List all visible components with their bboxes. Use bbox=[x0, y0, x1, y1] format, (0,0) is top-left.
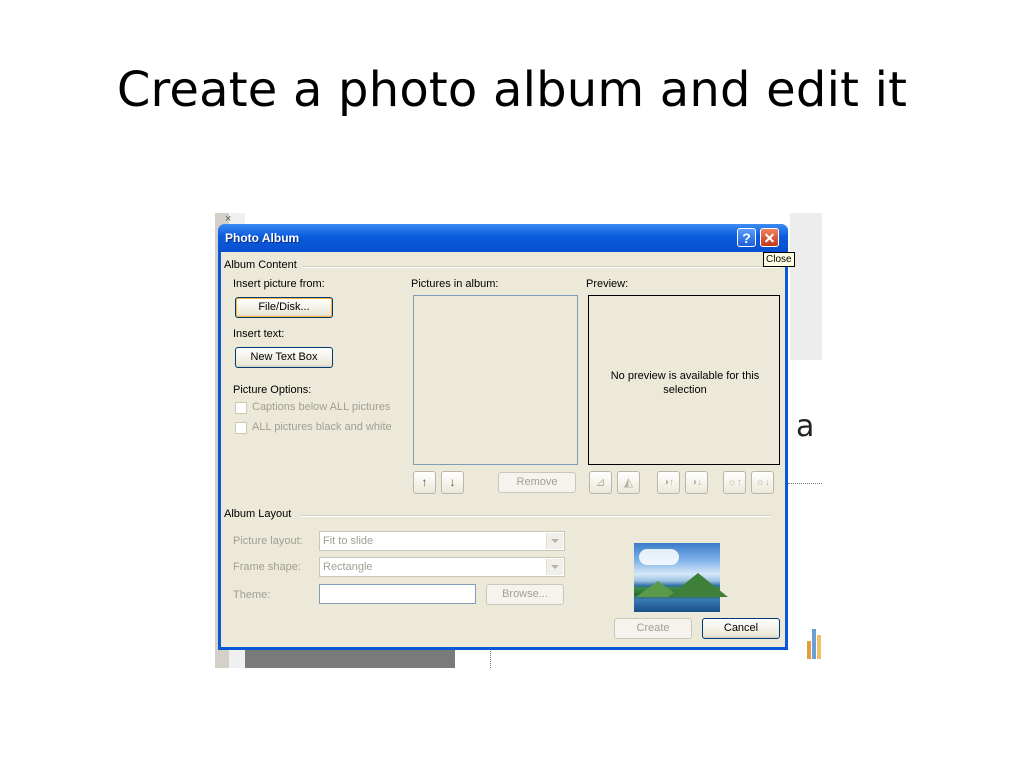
dialog-title: Photo Album bbox=[225, 231, 300, 245]
browse-button[interactable]: Browse... bbox=[486, 584, 564, 605]
dialog-titlebar[interactable]: Photo Album ? bbox=[218, 224, 788, 252]
captions-checkbox-label: Captions below ALL pictures bbox=[252, 401, 391, 413]
album-layout-group-label: Album Layout bbox=[224, 508, 292, 520]
black-white-checkbox-label: ALL pictures black and white bbox=[252, 421, 392, 433]
theme-input[interactable] bbox=[319, 584, 476, 604]
cancel-button[interactable]: Cancel bbox=[702, 618, 780, 639]
picture-options-label: Picture Options: bbox=[233, 384, 312, 396]
layout-preview-image bbox=[634, 543, 728, 612]
move-down-button[interactable]: ↓ bbox=[441, 471, 464, 494]
background-dotted-line bbox=[788, 483, 822, 484]
close-icon[interactable] bbox=[760, 228, 779, 247]
contrast-up-icon[interactable]: ◑↑ bbox=[657, 471, 680, 494]
close-tooltip: Close bbox=[763, 252, 795, 267]
captions-checkbox[interactable] bbox=[235, 402, 247, 414]
help-button[interactable]: ? bbox=[737, 228, 756, 247]
insert-text-label: Insert text: bbox=[233, 328, 285, 340]
rotate-left-icon[interactable]: ⊿ bbox=[589, 471, 612, 494]
slide-title: Create a photo album and edit it bbox=[116, 62, 908, 118]
insert-picture-label: Insert picture from: bbox=[233, 278, 325, 290]
cloud-shape bbox=[639, 549, 679, 565]
screenshot-frame: × a Photo Album ? Album Content Insert p… bbox=[215, 213, 822, 668]
album-content-divider bbox=[303, 266, 781, 268]
mountain-shape bbox=[668, 573, 728, 597]
album-layout-divider bbox=[301, 515, 771, 517]
brightness-down-icon[interactable]: ☼↓ bbox=[751, 471, 774, 494]
black-white-checkbox[interactable] bbox=[235, 422, 247, 434]
preview-pane: No preview is available for this selecti… bbox=[588, 295, 780, 465]
chevron-down-icon[interactable] bbox=[546, 559, 563, 575]
background-slide-text: a bbox=[796, 409, 815, 444]
frame-shape-label: Frame shape: bbox=[233, 561, 301, 573]
album-content-group-label: Album Content bbox=[224, 259, 297, 271]
theme-label: Theme: bbox=[233, 589, 271, 601]
file-disk-button[interactable]: File/Disk... bbox=[235, 297, 333, 318]
preview-message: No preview is available for this selecti… bbox=[610, 370, 760, 396]
contrast-down-icon[interactable]: ◑↓ bbox=[685, 471, 708, 494]
brightness-up-icon[interactable]: ☼↑ bbox=[723, 471, 746, 494]
pictures-listbox[interactable] bbox=[413, 295, 578, 465]
remove-button[interactable]: Remove bbox=[498, 472, 576, 493]
chevron-down-icon[interactable] bbox=[546, 533, 563, 549]
picture-layout-select[interactable]: Fit to slide bbox=[319, 531, 565, 551]
frame-shape-value: Rectangle bbox=[323, 561, 373, 573]
create-button[interactable]: Create bbox=[614, 618, 692, 639]
new-text-box-button[interactable]: New Text Box bbox=[235, 347, 333, 368]
picture-layout-label: Picture layout: bbox=[233, 535, 303, 547]
preview-label: Preview: bbox=[586, 278, 629, 290]
chart-icon bbox=[807, 623, 822, 659]
pictures-in-album-label: Pictures in album: bbox=[411, 278, 499, 290]
move-up-button[interactable]: ↑ bbox=[413, 471, 436, 494]
frame-shape-select[interactable]: Rectangle bbox=[319, 557, 565, 577]
dialog-body: Album Content Insert picture from: File/… bbox=[221, 252, 785, 647]
picture-layout-value: Fit to slide bbox=[323, 535, 374, 547]
photo-album-dialog: Photo Album ? Album Content Insert pictu… bbox=[218, 224, 788, 650]
app-side-panel bbox=[790, 213, 822, 360]
rotate-right-icon[interactable]: ◭ bbox=[617, 471, 640, 494]
